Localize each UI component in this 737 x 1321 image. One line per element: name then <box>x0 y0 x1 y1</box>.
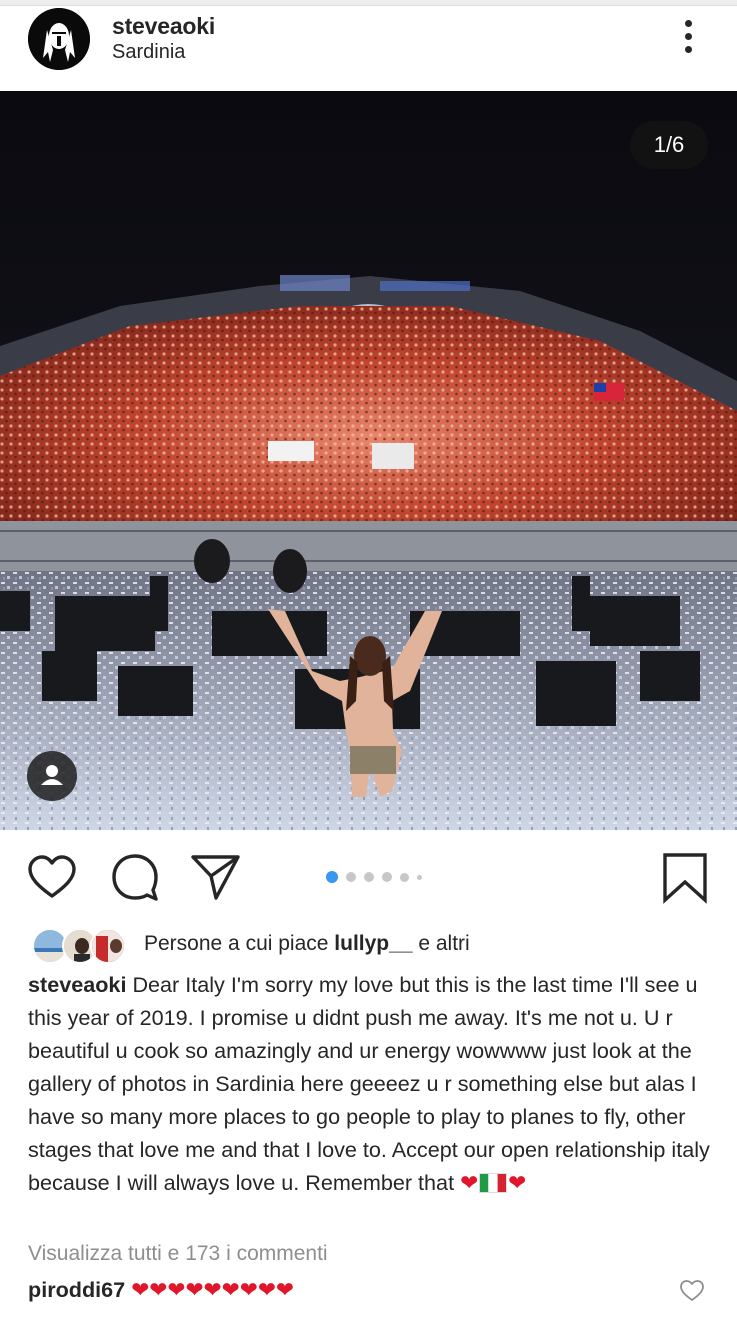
post-username[interactable]: steveaoki <box>112 13 215 40</box>
caption-username[interactable]: steveaoki <box>28 972 126 997</box>
bookmark-icon[interactable] <box>660 852 712 904</box>
more-vertical-icon[interactable] <box>674 20 702 60</box>
carousel-dot <box>346 872 356 882</box>
likes-text: Persone a cui piace lullyp__ e altri <box>144 932 470 956</box>
post-location[interactable]: Sardinia <box>112 41 185 64</box>
comment-row: piroddi67 ❤❤❤❤❤❤❤❤❤ <box>28 1277 294 1303</box>
paper-plane-icon[interactable] <box>190 852 242 904</box>
carousel-dot <box>417 874 422 880</box>
photo-counter: 1/6 <box>630 121 708 169</box>
post-photo[interactable]: 1/6 <box>0 91 737 830</box>
carousel-indicator <box>326 870 422 884</box>
user-tag-icon[interactable] <box>27 751 77 801</box>
view-all-comments-link[interactable]: Visualizza tutti e 173 i commenti <box>28 1242 328 1266</box>
caption-text: Dear Italy I'm sorry my love but this is… <box>28 972 710 1195</box>
avatar[interactable] <box>28 8 90 70</box>
heart-emoji: ❤ <box>460 1170 479 1195</box>
comment-heart-icon[interactable] <box>679 1279 705 1303</box>
likes-suffix: e altri <box>412 932 470 955</box>
liker-username[interactable]: lullyp__ <box>334 932 412 955</box>
comment-text: ❤❤❤❤❤❤❤❤❤ <box>131 1277 295 1302</box>
comment-bubble-icon[interactable] <box>110 852 162 904</box>
carousel-dot <box>364 872 374 882</box>
action-bar <box>0 830 737 920</box>
post-header: steveaoki Sardinia <box>0 6 737 90</box>
carousel-dot <box>382 872 392 882</box>
liker-avatar <box>90 928 126 964</box>
concert-photo <box>0 91 737 830</box>
italy-flag-icon <box>479 1173 508 1193</box>
likes-prefix: Persone a cui piace <box>144 932 335 955</box>
comment-username[interactable]: piroddi67 <box>28 1277 125 1302</box>
likes-row[interactable]: Persone a cui piace lullyp__ e altri <box>0 922 737 966</box>
heart-emoji: ❤ <box>508 1170 527 1195</box>
carousel-dot-active <box>326 871 338 883</box>
heart-icon[interactable] <box>26 852 78 904</box>
carousel-dot <box>400 872 409 882</box>
post-caption: steveaoki Dear Italy I'm sorry my love b… <box>28 968 718 1199</box>
